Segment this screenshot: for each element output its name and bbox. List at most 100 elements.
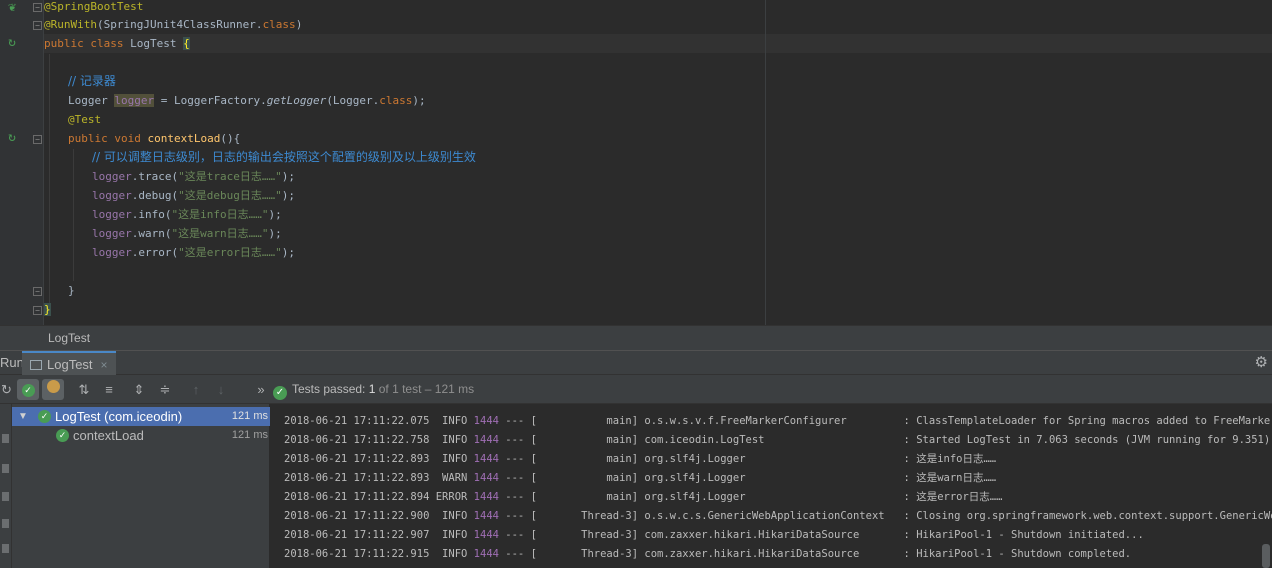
log-level: WARN: [435, 472, 468, 484]
log-pid: 1444: [473, 491, 499, 503]
log-timestamp: 2018-06-21 17:11:22.893: [284, 472, 430, 484]
log-level: ERROR: [435, 491, 468, 503]
run-side-toolbar: [0, 404, 12, 568]
code-line-14: logger.error("这是error日志……");: [92, 246, 295, 259]
code-line-13: logger.warn("这是warn日志……");: [92, 227, 282, 240]
side-action-icon[interactable]: [2, 492, 9, 501]
tree-node-logtest[interactable]: ▼ ✓ LogTest (com.iceodin) 121 ms: [12, 407, 270, 426]
log-thread: --- [ main]: [498, 434, 639, 446]
log-message: : 这是error日志……: [897, 491, 1003, 503]
fold-marker-icon[interactable]: −: [33, 287, 42, 296]
test-runner-toolbar: ↻ ✓ ⇅ ≡ ⇕ ≑ ↑ ↓ » ✓ Tests passed: 1 of 1 …: [0, 375, 1272, 404]
close-icon[interactable]: ×: [101, 358, 108, 372]
next-failed-icon[interactable]: ↓: [210, 379, 232, 400]
console-line: 2018-06-21 17:11:22.075 INFO 1444 --- [ …: [284, 412, 1272, 431]
log-level: INFO: [435, 529, 468, 541]
log-thread: --- [ Thread-3]: [498, 548, 639, 560]
log-thread: --- [ Thread-3]: [498, 529, 639, 541]
spring-bean-icon[interactable]: ❦: [4, 0, 20, 16]
more-actions-icon[interactable]: »: [250, 379, 272, 400]
log-message: : 这是info日志……: [897, 453, 997, 465]
code-line-16: }: [68, 284, 75, 297]
console-line: 2018-06-21 17:11:22.907 INFO 1444 --- [ …: [284, 526, 1144, 545]
log-logger: o.s.w.c.s.GenericWebApplicationContext: [638, 510, 898, 522]
editor-gutter: ❦ ↻ ↻ − − − − −: [0, 0, 44, 325]
code-line-9: // 可以调整日志级别，日志的输出会按照这个配置的级别及以上级别生效: [92, 150, 476, 164]
log-level: INFO: [435, 415, 468, 427]
code-line-6: Logger logger = LoggerFactory.getLogger(…: [68, 94, 426, 107]
code-line-10: logger.trace("这是trace日志……");: [92, 170, 295, 183]
tab-label: LogTest: [47, 357, 93, 372]
log-thread: --- [ main]: [498, 472, 639, 484]
check-icon: ✓: [21, 384, 35, 397]
side-action-icon[interactable]: [2, 434, 9, 443]
side-action-icon[interactable]: [2, 544, 9, 553]
log-pid: 1444: [473, 529, 499, 541]
breadcrumb: LogTest: [0, 325, 1272, 350]
expand-all-icon[interactable]: ⇕: [128, 379, 150, 400]
log-timestamp: 2018-06-21 17:11:22.893: [284, 453, 430, 465]
test-status: ✓ Tests passed: 1 of 1 test – 121 ms: [273, 375, 474, 404]
log-timestamp: 2018-06-21 17:11:22.075: [284, 415, 430, 427]
sort-alpha-icon[interactable]: ⇅: [73, 379, 95, 400]
log-message: : Started LogTest in 7.063 seconds (JVM …: [897, 434, 1271, 446]
run-class-icon[interactable]: ↻: [4, 35, 20, 51]
fold-marker-icon[interactable]: −: [33, 3, 42, 12]
log-message: : Closing org.springframework.web.contex…: [903, 510, 1272, 522]
console-output[interactable]: 2018-06-21 17:11:22.075 INFO 1444 --- [ …: [270, 404, 1272, 568]
log-pid: 1444: [473, 472, 499, 484]
log-level: INFO: [435, 548, 468, 560]
run-test-icon[interactable]: ↻: [4, 130, 20, 146]
test-results-tree: ▼ ✓ LogTest (com.iceodin) 121 ms ✓ conte…: [12, 404, 270, 568]
log-logger: com.zaxxer.hikari.HikariDataSource: [638, 548, 898, 560]
fold-marker-icon[interactable]: −: [33, 306, 42, 315]
breadcrumb-item[interactable]: LogTest: [48, 326, 90, 351]
log-message: : ClassTemplateLoader for Spring macros …: [903, 415, 1272, 427]
log-level: INFO: [435, 510, 468, 522]
passed-icon: ✓: [38, 410, 51, 423]
rerun-icon[interactable]: ↻: [1, 379, 12, 400]
log-logger: org.slf4j.Logger: [638, 453, 898, 465]
fold-marker-icon[interactable]: −: [33, 135, 42, 144]
show-ignored-toggle[interactable]: [42, 379, 64, 400]
console-line: 2018-06-21 17:11:22.915 INFO 1444 --- [ …: [284, 545, 1131, 564]
ignored-icon: [46, 380, 60, 393]
side-action-icon[interactable]: [2, 519, 9, 528]
code-line-12: logger.info("这是info日志……");: [92, 208, 282, 221]
log-message: : HikariPool-1 - Shutdown initiated...: [897, 529, 1144, 541]
previous-failed-icon[interactable]: ↑: [185, 379, 207, 400]
console-line: 2018-06-21 17:11:22.894 ERROR 1444 --- […: [284, 488, 1002, 507]
log-pid: 1444: [473, 510, 499, 522]
console-scrollbar[interactable]: [1262, 544, 1270, 568]
console-line: 2018-06-21 17:11:22.758 INFO 1444 --- [ …: [284, 431, 1270, 450]
tab-logtest[interactable]: LogTest ×: [22, 351, 116, 375]
expand-arrow-icon[interactable]: ▼: [18, 407, 28, 426]
log-logger: org.slf4j.Logger: [638, 491, 898, 503]
log-level: INFO: [435, 453, 468, 465]
console-line: 2018-06-21 17:11:22.900 INFO 1444 --- [ …: [284, 507, 1272, 526]
log-thread: --- [ main]: [498, 491, 639, 503]
tree-node-contextload[interactable]: ✓ contextLoad 121 ms: [12, 426, 270, 445]
code-line-8: public void contextLoad(){: [68, 132, 241, 145]
side-action-icon[interactable]: [2, 464, 9, 473]
code-line-7: @Test: [68, 113, 102, 126]
gear-icon[interactable]: ⚙: [1255, 351, 1268, 375]
current-line-highlight: [44, 34, 1272, 53]
log-timestamp: 2018-06-21 17:11:22.907: [284, 529, 430, 541]
console-line: 2018-06-21 17:11:22.893 WARN 1444 --- [ …: [284, 469, 996, 488]
indent-guide: [49, 54, 50, 314]
log-level: INFO: [435, 434, 468, 446]
show-passed-toggle[interactable]: ✓: [17, 379, 39, 400]
log-logger: com.iceodin.LogTest: [638, 434, 898, 446]
fold-marker-icon[interactable]: −: [33, 21, 42, 30]
log-pid: 1444: [473, 453, 499, 465]
log-message: : HikariPool-1 - Shutdown completed.: [897, 548, 1132, 560]
sort-duration-icon[interactable]: ≡: [98, 379, 120, 400]
log-thread: --- [ main]: [498, 415, 639, 427]
log-message: : 这是warn日志……: [897, 472, 997, 484]
log-timestamp: 2018-06-21 17:11:22.758: [284, 434, 430, 446]
run-config-icon: [30, 360, 42, 370]
collapse-all-icon[interactable]: ≑: [154, 379, 176, 400]
code-editor[interactable]: ❦ ↻ ↻ − − − − − @SpringBootTest @RunWith…: [0, 0, 1272, 325]
code-line-3: public class LogTest {: [44, 37, 190, 50]
